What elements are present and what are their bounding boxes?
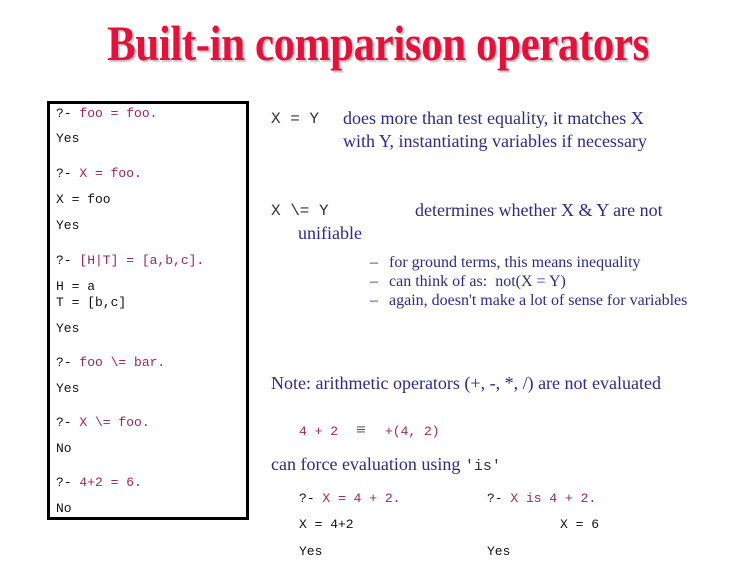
prompt: ?- bbox=[487, 491, 511, 506]
not-unify-description-line-1: determines whether X & Y are not bbox=[415, 200, 663, 220]
example-right-answer: Yes bbox=[487, 544, 511, 559]
bullet-item: again, doesn't make a lot of sense for v… bbox=[389, 292, 688, 309]
example-left-answer: Yes bbox=[299, 544, 323, 559]
query-line: ?- foo \= bar. bbox=[56, 355, 165, 370]
bullet-marker: – bbox=[370, 292, 378, 309]
unify-description-line-1: does more than test equality, it matches… bbox=[343, 108, 644, 128]
query-text: foo \= bar. bbox=[79, 355, 166, 370]
bullet-item: can think of as: not(X = Y) bbox=[389, 273, 566, 290]
output-line: Yes bbox=[56, 218, 80, 233]
query-text: X = 4 + 2. bbox=[322, 491, 401, 506]
expr-prefix: +(4, 2) bbox=[385, 424, 440, 439]
query-line: ?- 4+2 = 6. bbox=[56, 475, 142, 490]
force-text: can force evaluation using bbox=[271, 454, 465, 474]
is-keyword: 'is' bbox=[464, 458, 501, 475]
prompt: ?- bbox=[56, 253, 80, 268]
query-line: ?- foo = foo. bbox=[56, 106, 157, 121]
unify-operator-code: X = Y bbox=[271, 110, 320, 128]
query-text: [H|T] = [a,b,c]. bbox=[79, 253, 205, 268]
query-line: ?- X \= foo. bbox=[56, 415, 150, 430]
query-text: 4+2 = 6. bbox=[79, 475, 142, 490]
output-line: T = [b,c] bbox=[56, 295, 127, 310]
expr-infix: 4 + 2 bbox=[299, 424, 339, 439]
unify-description-line-2: with Y, instantiating variables if neces… bbox=[343, 131, 647, 151]
output-line: Yes bbox=[56, 381, 80, 396]
note-text: Note: arithmetic operators (+, -, *, /) … bbox=[271, 373, 661, 393]
example-right-result: X = 6 bbox=[560, 517, 600, 532]
output-line: No bbox=[56, 501, 72, 516]
example-left-result: X = 4+2 bbox=[299, 517, 354, 532]
query-text: X = foo. bbox=[79, 166, 142, 181]
query-line: ?- X = foo. bbox=[56, 166, 142, 181]
force-evaluation-text: can force evaluation using 'is' bbox=[271, 454, 501, 475]
prompt: ?- bbox=[56, 166, 80, 181]
output-line: H = a bbox=[56, 279, 96, 294]
query-line: ?- [H|T] = [a,b,c]. bbox=[56, 253, 204, 268]
prompt: ?- bbox=[299, 491, 323, 506]
example-right-query: ?- X is 4 + 2. bbox=[487, 491, 596, 506]
query-text: X \= foo. bbox=[79, 415, 150, 430]
not-unify-description-line-2: unifiable bbox=[298, 223, 362, 243]
slide-title: Built-in comparison operators bbox=[107, 15, 649, 71]
output-line: Yes bbox=[56, 131, 80, 146]
equiv-symbol: ≡ bbox=[356, 420, 366, 439]
example-left-query: ?- X = 4 + 2. bbox=[299, 491, 400, 506]
bullet-marker: – bbox=[370, 254, 378, 271]
prompt: ?- bbox=[56, 415, 80, 430]
query-text: foo = foo. bbox=[79, 106, 158, 121]
output-line: X = foo bbox=[56, 192, 111, 207]
query-text: X is 4 + 2. bbox=[510, 491, 597, 506]
prompt: ?- bbox=[56, 355, 80, 370]
bullet-item: for ground terms, this means inequality bbox=[389, 254, 641, 271]
prompt: ?- bbox=[56, 106, 80, 121]
bullet-marker: – bbox=[370, 273, 378, 290]
query-box: ?- foo = foo. Yes ?- X = foo. X = foo Ye… bbox=[47, 101, 249, 520]
output-line: Yes bbox=[56, 321, 80, 336]
prompt: ?- bbox=[56, 475, 80, 490]
output-line: No bbox=[56, 441, 72, 456]
not-unify-operator-code: X \= Y bbox=[271, 202, 329, 220]
